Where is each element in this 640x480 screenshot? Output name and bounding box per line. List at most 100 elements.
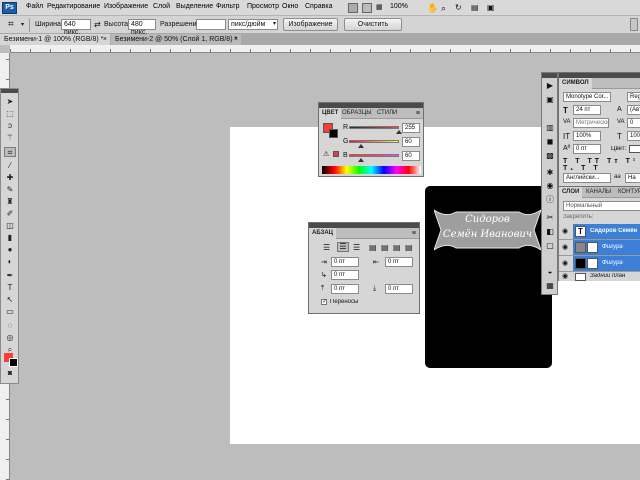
character-panel-icon[interactable]: ✱ [545, 168, 555, 178]
tab-paths[interactable]: КОНТУРЫ [615, 187, 640, 198]
brushes-panel-icon[interactable]: ▩ [545, 151, 555, 161]
notes-panel-icon[interactable]: ▢ [545, 241, 555, 251]
blue-slider[interactable] [349, 154, 399, 157]
height-input[interactable]: 480 пикс. [128, 19, 156, 36]
zoom-level[interactable]: 100% [390, 3, 408, 10]
brush-tool-icon[interactable]: ✎ [4, 185, 16, 195]
text-color-swatch[interactable] [629, 145, 640, 153]
tab-paragraph[interactable]: АБЗАЦ [309, 228, 337, 239]
warning-icon[interactable]: ⚠ [323, 150, 329, 158]
front-image-button[interactable]: Изображение [283, 18, 338, 31]
gamut-swatch[interactable] [333, 151, 339, 157]
tool-presets-icon[interactable]: ✂ [545, 213, 555, 223]
justify-last-right-icon[interactable]: ▤ [393, 243, 401, 252]
marquee-tool-icon[interactable]: ⬚ [4, 109, 16, 119]
layer-row[interactable]: ◉ Фигура [559, 240, 640, 256]
tab-document-1[interactable]: Безимени-1 @ 100% (RGB/8) * × [0, 34, 110, 45]
tracking-input[interactable]: 0 [627, 118, 640, 128]
antialias-select[interactable]: На [625, 173, 640, 183]
menu-view[interactable]: Просмотр [247, 3, 279, 10]
adjustments-panel-icon[interactable]: ▥ [545, 123, 555, 133]
justify-all-icon[interactable]: ▤ [405, 243, 413, 252]
green-slider-thumb[interactable] [357, 144, 364, 148]
history-panel-icon[interactable]: ▶ [545, 81, 555, 91]
info-panel-icon[interactable]: ⓘ [545, 195, 555, 205]
move-tool-icon[interactable]: ➤ [4, 97, 16, 107]
history-brush-icon[interactable]: ✐ [4, 209, 16, 219]
red-slider[interactable] [349, 126, 399, 129]
actions-panel-icon[interactable]: ▣ [545, 95, 555, 105]
menu-window[interactable]: Окно [282, 3, 298, 10]
dodge-tool-icon[interactable]: ◐ [4, 257, 16, 267]
swap-icon[interactable]: ⇄ [94, 20, 101, 29]
eyedropper-icon[interactable]: ⁄ [4, 161, 16, 171]
tab-character[interactable]: СИМВОЛ [559, 78, 592, 89]
justify-last-left-icon[interactable]: ▤ [369, 243, 377, 252]
language-select[interactable]: Английски... [563, 173, 611, 183]
blue-value-input[interactable]: 60 [402, 151, 420, 161]
font-style-select[interactable]: Reg [627, 92, 640, 102]
shape-tool-icon[interactable]: ▭ [4, 307, 16, 317]
navigator-panel-icon[interactable]: ◧ [545, 227, 555, 237]
align-right-icon[interactable]: ☰ [353, 243, 360, 252]
align-left-icon[interactable]: ☰ [323, 243, 330, 252]
menu-select[interactable]: Выделение [176, 3, 213, 10]
pen-tool-icon[interactable]: ✒ [4, 271, 16, 281]
tab-styles[interactable]: СТИЛИ [374, 108, 400, 119]
blur-tool-icon[interactable]: ● [4, 245, 16, 255]
blue-slider-thumb[interactable] [357, 158, 364, 162]
font-family-select[interactable]: Monotype Cor... [563, 92, 611, 102]
layer-row[interactable]: ◉ Задний план [559, 272, 640, 281]
green-value-input[interactable]: 60 [402, 137, 420, 147]
layer-row[interactable]: ◉ T Сидоров Семён [559, 224, 640, 240]
bridge-icon[interactable] [348, 3, 358, 13]
space-before-input[interactable]: 0 пт [331, 284, 359, 294]
close-icon[interactable]: × [103, 34, 107, 45]
baseline-shift-input[interactable]: 0 пт [573, 144, 601, 154]
green-slider[interactable] [349, 140, 399, 143]
clone-stamp-icon[interactable]: ♜ [4, 197, 16, 207]
panel-menu-icon[interactable]: ≡ [416, 108, 420, 119]
width-input[interactable]: 640 пикс. [61, 19, 91, 36]
leading-input[interactable]: (Авто) [627, 105, 640, 115]
space-after-input[interactable]: 0 пт [385, 284, 413, 294]
eraser-tool-icon[interactable]: ◫ [4, 221, 16, 231]
tab-channels[interactable]: КАНАЛЫ [583, 187, 614, 198]
align-center-icon[interactable]: ☰ [337, 242, 349, 252]
color-spectrum-bar[interactable] [322, 166, 421, 174]
3d-rotate-icon[interactable]: ◌ [4, 321, 16, 331]
close-icon[interactable]: × [234, 34, 238, 45]
tab-document-2[interactable]: Безимени-2 @ 50% (Слой 1, RGB/8) * × [111, 34, 241, 45]
paths-panel-icon[interactable]: ▦ [545, 281, 555, 291]
magic-wand-icon[interactable]: ⚚ [4, 133, 16, 143]
visibility-eye-icon[interactable]: ◉ [562, 228, 570, 235]
channels-panel-icon[interactable]: ◒ [545, 267, 555, 277]
mini-bridge-icon[interactable] [362, 3, 372, 13]
tab-layers[interactable]: СЛОИ [559, 187, 583, 198]
indent-first-line-input[interactable]: 0 пт [331, 270, 359, 280]
layer-row[interactable]: ◉ Фигура [559, 256, 640, 272]
font-size-input[interactable]: 24 пт [573, 105, 601, 115]
menu-edit[interactable]: Редактирование [47, 3, 100, 10]
kerning-select[interactable]: Метрически [573, 118, 609, 128]
resolution-input[interactable] [196, 19, 226, 30]
menu-filter[interactable]: Фильтр [216, 3, 240, 10]
panel-menu-icon[interactable]: ≡ [412, 228, 416, 239]
clear-button[interactable]: Очистить [344, 18, 402, 31]
text-style-buttons[interactable]: T T TT Tт T¹ T₁ T T [563, 158, 639, 172]
panel-grip[interactable] [1, 89, 18, 93]
masks-panel-icon[interactable]: ◼ [545, 137, 555, 147]
crop-tool-icon[interactable]: ⌗ [8, 19, 14, 30]
lasso-tool-icon[interactable]: ↄ [4, 121, 16, 131]
gradient-tool-icon[interactable]: ▮ [4, 233, 16, 243]
menu-image[interactable]: Изображение [104, 3, 148, 10]
chevron-down-icon[interactable]: ▾ [21, 21, 24, 28]
healing-brush-icon[interactable]: ✚ [4, 173, 16, 183]
menu-help[interactable]: Справка [305, 3, 332, 10]
background-color-swatch[interactable] [9, 358, 18, 367]
rotate-view-icon[interactable]: ↻ [455, 3, 465, 13]
vertical-scale-input[interactable]: 100% [573, 131, 601, 141]
justify-last-center-icon[interactable]: ▤ [381, 243, 389, 252]
hand-tool-icon[interactable]: ✋ [427, 3, 438, 13]
indent-right-input[interactable]: 0 пт [385, 257, 413, 267]
